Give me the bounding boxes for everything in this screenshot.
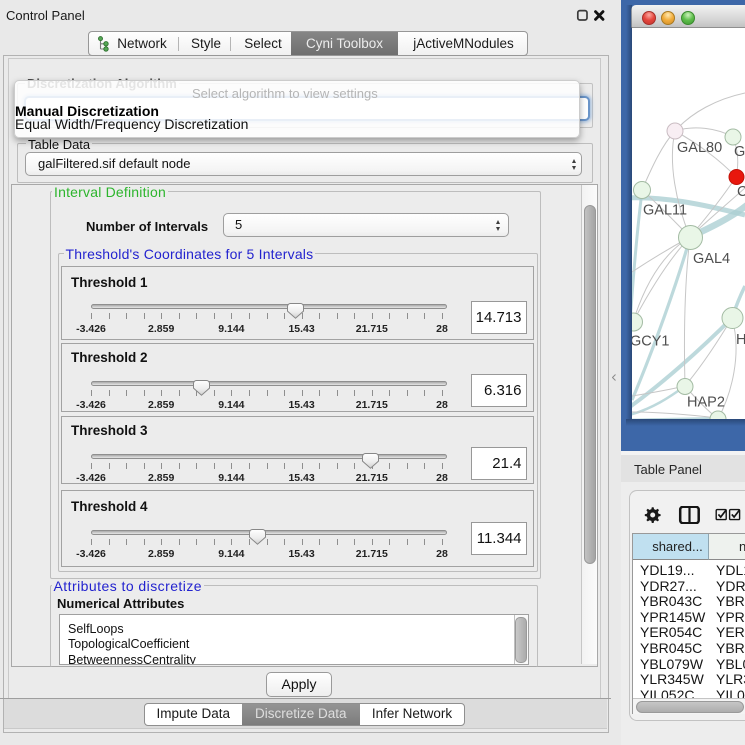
svg-text:GAL11: GAL11	[643, 203, 687, 219]
svg-text:GAL4: GAL4	[693, 251, 730, 267]
svg-text:GA: GA	[734, 144, 745, 160]
svg-text:H: H	[736, 332, 745, 348]
svg-text:GAL80: GAL80	[677, 140, 722, 156]
svg-text:C: C	[737, 184, 745, 200]
svg-text:HAP2: HAP2	[687, 395, 725, 411]
svg-text:GCY1: GCY1	[632, 334, 670, 350]
